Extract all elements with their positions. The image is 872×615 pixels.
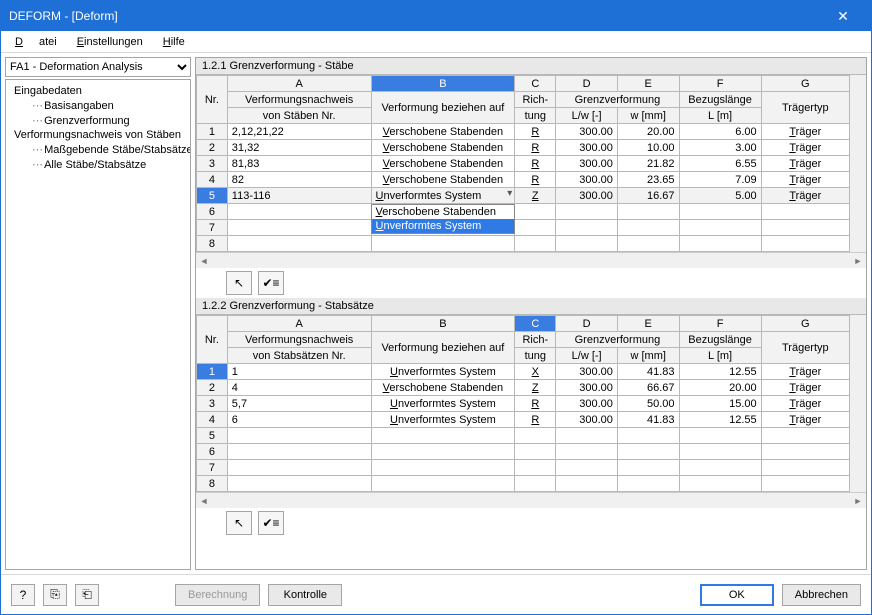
grid1[interactable]: Nr. A B C D E F G Verformungsnachweis Ve… <box>196 75 850 252</box>
tree-nachweis-staeben[interactable]: Verformungsnachweis von Stäben <box>8 128 188 142</box>
grid1-hscroll[interactable]: ◄► <box>196 252 866 268</box>
menu-settings[interactable]: Einstellungen <box>69 34 151 50</box>
grid2-toolbar: ↖ ✔≡ <box>196 508 866 538</box>
col-D[interactable]: D <box>556 76 618 92</box>
table-row[interactable]: 381,83Verschobene StabendenR300.0021.826… <box>197 156 850 172</box>
grid2[interactable]: Nr. A B C D E F G Verformungsnachweis Ve… <box>196 315 850 492</box>
dropdown-option[interactable]: Unverformtes System <box>372 219 515 233</box>
footer: ? ⎘ ⎗ Berechnung Kontrolle OK Abbrechen <box>1 574 871 614</box>
table-row[interactable]: 6 <box>197 204 850 220</box>
calc-button[interactable]: Berechnung <box>175 584 260 606</box>
col-B[interactable]: B <box>371 76 515 92</box>
grid1-toolbar: ↖ ✔≡ <box>196 268 866 298</box>
section2-title: 1.2.2 Grenzverformung - Stabsätze <box>196 298 866 315</box>
right-panel: 1.2.1 Grenzverformung - Stäbe Nr. A B C <box>195 57 867 570</box>
table-row[interactable]: 46Unverformtes SystemR300.0041.8312.55Tr… <box>197 412 850 428</box>
pick-icon[interactable]: ↖ <box>226 271 252 295</box>
dropdown-list[interactable]: Verschobene StabendenUnverformtes System <box>371 204 516 234</box>
export-icon[interactable]: ⎘ <box>43 584 67 606</box>
import-icon[interactable]: ⎗ <box>75 584 99 606</box>
menubar: Datei Einstellungen Hilfe <box>1 31 871 53</box>
table-row[interactable]: 24Verschobene StabendenZ300.0066.6720.00… <box>197 380 850 396</box>
col-E[interactable]: E <box>617 76 679 92</box>
section1-title: 1.2.1 Grenzverformung - Stäbe <box>196 58 866 75</box>
nav-tree: Eingabedaten Basisangaben Grenzverformun… <box>5 79 191 570</box>
close-icon[interactable]: ✕ <box>823 8 863 25</box>
table-row[interactable]: 8 <box>197 236 850 252</box>
tree-basisangaben[interactable]: Basisangaben <box>26 98 188 113</box>
menu-file[interactable]: Datei <box>7 34 65 50</box>
cancel-button[interactable]: Abbrechen <box>782 584 861 606</box>
col-F[interactable]: F <box>679 76 761 92</box>
col-A[interactable]: A <box>227 76 371 92</box>
window-title: DEFORM - [Deform] <box>9 9 823 23</box>
tree-massgebende[interactable]: Maßgebende Stäbe/Stabsätze <box>26 142 188 157</box>
pick-icon-2[interactable]: ↖ <box>226 511 252 535</box>
check-button[interactable]: Kontrolle <box>268 584 342 606</box>
tree-alle[interactable]: Alle Stäbe/Stabsätze <box>26 157 188 172</box>
ok-button[interactable]: OK <box>700 584 774 606</box>
grid2-vscroll[interactable] <box>850 315 866 492</box>
table-row[interactable]: 482Verschobene StabendenR300.0023.657.09… <box>197 172 850 188</box>
table-row[interactable]: 231,32Verschobene StabendenR300.0010.003… <box>197 140 850 156</box>
table-row[interactable]: 8 <box>197 476 850 492</box>
check-list-icon[interactable]: ✔≡ <box>258 271 284 295</box>
table-row[interactable]: 6 <box>197 444 850 460</box>
table-row[interactable]: 5113-116Unverformtes SystemVerschobene S… <box>197 188 850 204</box>
help-icon[interactable]: ? <box>11 584 35 606</box>
case-selector[interactable]: FA1 - Deformation Analysis <box>5 57 191 77</box>
grid2-hscroll[interactable]: ◄► <box>196 492 866 508</box>
app-window: DEFORM - [Deform] ✕ Datei Einstellungen … <box>0 0 872 615</box>
table-row[interactable]: 11Unverformtes SystemX300.0041.8312.55Tr… <box>197 364 850 380</box>
col-nr[interactable]: Nr. <box>197 76 228 124</box>
check-list-icon-2[interactable]: ✔≡ <box>258 511 284 535</box>
table-row[interactable]: 5 <box>197 428 850 444</box>
table-row[interactable]: 7 <box>197 220 850 236</box>
grid1-vscroll[interactable] <box>850 75 866 252</box>
titlebar: DEFORM - [Deform] ✕ <box>1 1 871 31</box>
tree-grenzverformung[interactable]: Grenzverformung <box>26 113 188 128</box>
col-G[interactable]: G <box>761 76 849 92</box>
table-row[interactable]: 35,7Unverformtes SystemR300.0050.0015.00… <box>197 396 850 412</box>
dropdown-option[interactable]: Verschobene Stabenden <box>372 205 515 219</box>
table-row[interactable]: 7 <box>197 460 850 476</box>
tree-eingabedaten[interactable]: Eingabedaten <box>8 84 188 98</box>
table-row[interactable]: 12,12,21,22Verschobene StabendenR300.002… <box>197 124 850 140</box>
left-panel: FA1 - Deformation Analysis Eingabedaten … <box>5 57 191 570</box>
menu-help[interactable]: Hilfe <box>155 34 193 50</box>
col-C[interactable]: C <box>515 76 556 92</box>
